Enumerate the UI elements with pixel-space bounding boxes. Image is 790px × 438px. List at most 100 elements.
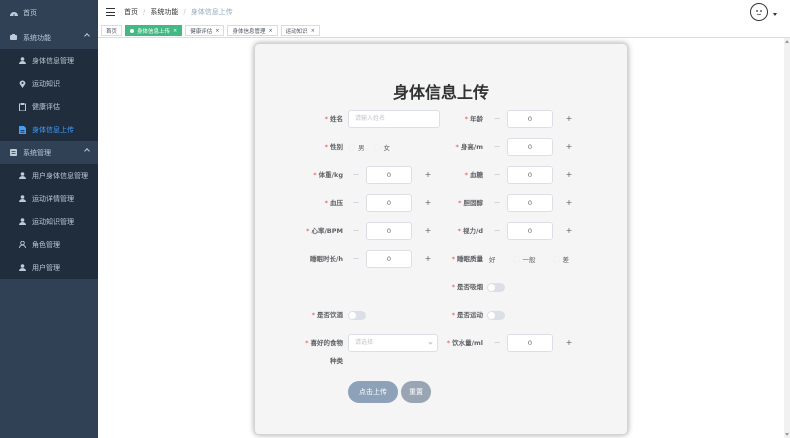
scroll-down-arrow-icon[interactable] [785, 433, 789, 436]
sidebar-item-label: 健康评估 [32, 102, 60, 111]
sleep-hours-value[interactable]: 0 [366, 250, 412, 268]
gender-radio-male[interactable]: 男 [348, 142, 365, 152]
breadcrumb-item: 身体信息上传 [190, 8, 233, 16]
age-stepper[interactable]: − 0 + [489, 110, 577, 128]
blood-pressure-value[interactable]: 0 [366, 194, 412, 212]
reset-button[interactable]: 重置 [401, 381, 431, 403]
water-label: * 饮水量/ml [446, 339, 483, 347]
person-icon [18, 240, 27, 249]
sidebar-item-exercise-knowledge[interactable]: 运动知识 [0, 72, 98, 95]
close-icon[interactable]: × [268, 28, 272, 34]
sidebar-group-system-management[interactable]: 系统管理 [0, 141, 98, 164]
sidebar-item-home[interactable]: 首页 [0, 0, 98, 26]
decrement-button[interactable]: − [489, 222, 505, 240]
increment-button[interactable]: + [420, 166, 436, 184]
blood-sugar-value[interactable]: 0 [507, 166, 553, 184]
user-icon [18, 217, 27, 226]
close-icon[interactable]: × [311, 28, 315, 34]
cholesterol-stepper[interactable]: − 0 + [489, 194, 577, 212]
sidebar-item-role-management[interactable]: 角色管理 [0, 233, 98, 256]
gender-radio-female[interactable]: 女 [373, 142, 390, 152]
sidebar-item-label: 首页 [23, 9, 37, 17]
scrollbar[interactable] [784, 38, 790, 438]
sleep-quality-label: * 睡眠质量 [451, 255, 483, 263]
tag-home[interactable]: 首页 [101, 25, 123, 36]
water-stepper[interactable]: − 0 + [489, 334, 577, 352]
cholesterol-value[interactable]: 0 [507, 194, 553, 212]
increment-button[interactable]: + [561, 334, 577, 352]
avatar[interactable] [750, 3, 768, 21]
tag-health-assessment[interactable]: 健康评估 × [185, 25, 225, 36]
sleep-quality-radio-good[interactable]: 好 [489, 254, 496, 264]
scroll-up-arrow-icon[interactable] [785, 40, 789, 43]
increment-button[interactable]: + [420, 250, 436, 268]
heart-rate-value[interactable]: 0 [366, 222, 412, 240]
decrement-button[interactable]: − [348, 194, 364, 212]
sidebar-group-label: 系统管理 [23, 148, 51, 157]
food-select-placeholder: 请选择 [355, 339, 374, 346]
vision-value[interactable]: 0 [507, 222, 553, 240]
sleep-hours-stepper[interactable]: − 0 + [348, 250, 436, 268]
height-label: * 身高/m [455, 143, 483, 151]
sidebar-item-label: 身体信息上传 [32, 125, 74, 134]
food-select[interactable]: 请选择 [348, 334, 438, 352]
increment-button[interactable]: + [561, 138, 577, 156]
sidebar-item-health-assessment[interactable]: 健康评估 [0, 95, 98, 118]
age-value[interactable]: 0 [507, 110, 553, 128]
decrement-button[interactable]: − [489, 166, 505, 184]
height-value[interactable]: 0 [507, 138, 553, 156]
sidebar-item-label: 运动详情管理 [32, 194, 74, 203]
sidebar-item-exercise-detail-management[interactable]: 运动详情管理 [0, 187, 98, 210]
decrement-button[interactable]: − [348, 166, 364, 184]
sidebar-group-system-function[interactable]: 系统功能 [0, 26, 98, 49]
tag-body-info-upload[interactable]: 身体信息上传 × [125, 25, 183, 36]
tag-label: 身体信息上传 [137, 28, 171, 35]
height-stepper[interactable]: − 0 + [489, 138, 577, 156]
sidebar-item-body-info-upload[interactable]: 身体信息上传 [0, 118, 98, 141]
heart-rate-stepper[interactable]: − 0 + [348, 222, 436, 240]
tag-exercise-knowledge[interactable]: 运动知识 × [280, 25, 320, 36]
decrement-button[interactable]: − [348, 222, 364, 240]
increment-button[interactable]: + [561, 194, 577, 212]
increment-button[interactable]: + [561, 166, 577, 184]
tag-body-info-management[interactable]: 身体信息管理 × [227, 25, 278, 36]
form-row: * 喜好的食物 种类 请选择 * 饮水量/ml − 0 + [255, 333, 629, 365]
blood-pressure-label: * 血压 [324, 199, 343, 207]
sidebar-item-exercise-knowledge-management[interactable]: 运动知识管理 [0, 210, 98, 233]
breadcrumb-item[interactable]: 首页 [124, 7, 138, 17]
sidebar-item-user-body-info-management[interactable]: 用户身体信息管理 [0, 164, 98, 187]
exercise-label: * 是否运动 [451, 311, 483, 319]
name-input[interactable]: 请输入姓名 [348, 110, 440, 128]
hamburger-icon[interactable] [106, 8, 115, 16]
vision-stepper[interactable]: − 0 + [489, 222, 577, 240]
sidebar-item-label: 用户管理 [32, 263, 60, 272]
sleep-quality-radio-average[interactable]: 一般 [512, 254, 536, 264]
sleep-quality-radio-poor[interactable]: 差 [552, 254, 569, 264]
food-label-line2: 种类 [330, 357, 343, 365]
decrement-button[interactable]: − [489, 110, 505, 128]
increment-button[interactable]: + [561, 110, 577, 128]
decrement-button[interactable]: − [489, 194, 505, 212]
close-icon[interactable]: × [173, 28, 177, 34]
weight-stepper[interactable]: − 0 + [348, 166, 436, 184]
sidebar-item-body-info-management[interactable]: 身体信息管理 [0, 49, 98, 72]
water-value[interactable]: 0 [507, 334, 553, 352]
weight-value[interactable]: 0 [366, 166, 412, 184]
sidebar-item-user-management[interactable]: 用户管理 [0, 256, 98, 279]
increment-button[interactable]: + [420, 222, 436, 240]
user-icon [18, 194, 27, 203]
blood-pressure-stepper[interactable]: − 0 + [348, 194, 436, 212]
increment-button[interactable]: + [420, 194, 436, 212]
breadcrumb: 首页 / 系统功能 / 身体信息上传 [124, 7, 233, 17]
decrement-button[interactable]: − [489, 138, 505, 156]
close-icon[interactable]: × [215, 28, 219, 34]
decrement-button[interactable]: − [348, 250, 364, 268]
exercise-switch[interactable] [487, 311, 505, 320]
blood-sugar-stepper[interactable]: − 0 + [489, 166, 577, 184]
increment-button[interactable]: + [561, 222, 577, 240]
drinking-switch[interactable] [348, 311, 366, 320]
caret-down-icon[interactable] [773, 13, 777, 16]
smoking-switch[interactable] [487, 283, 505, 292]
submit-upload-button[interactable]: 点击上传 [348, 381, 398, 403]
decrement-button[interactable]: − [489, 334, 505, 352]
